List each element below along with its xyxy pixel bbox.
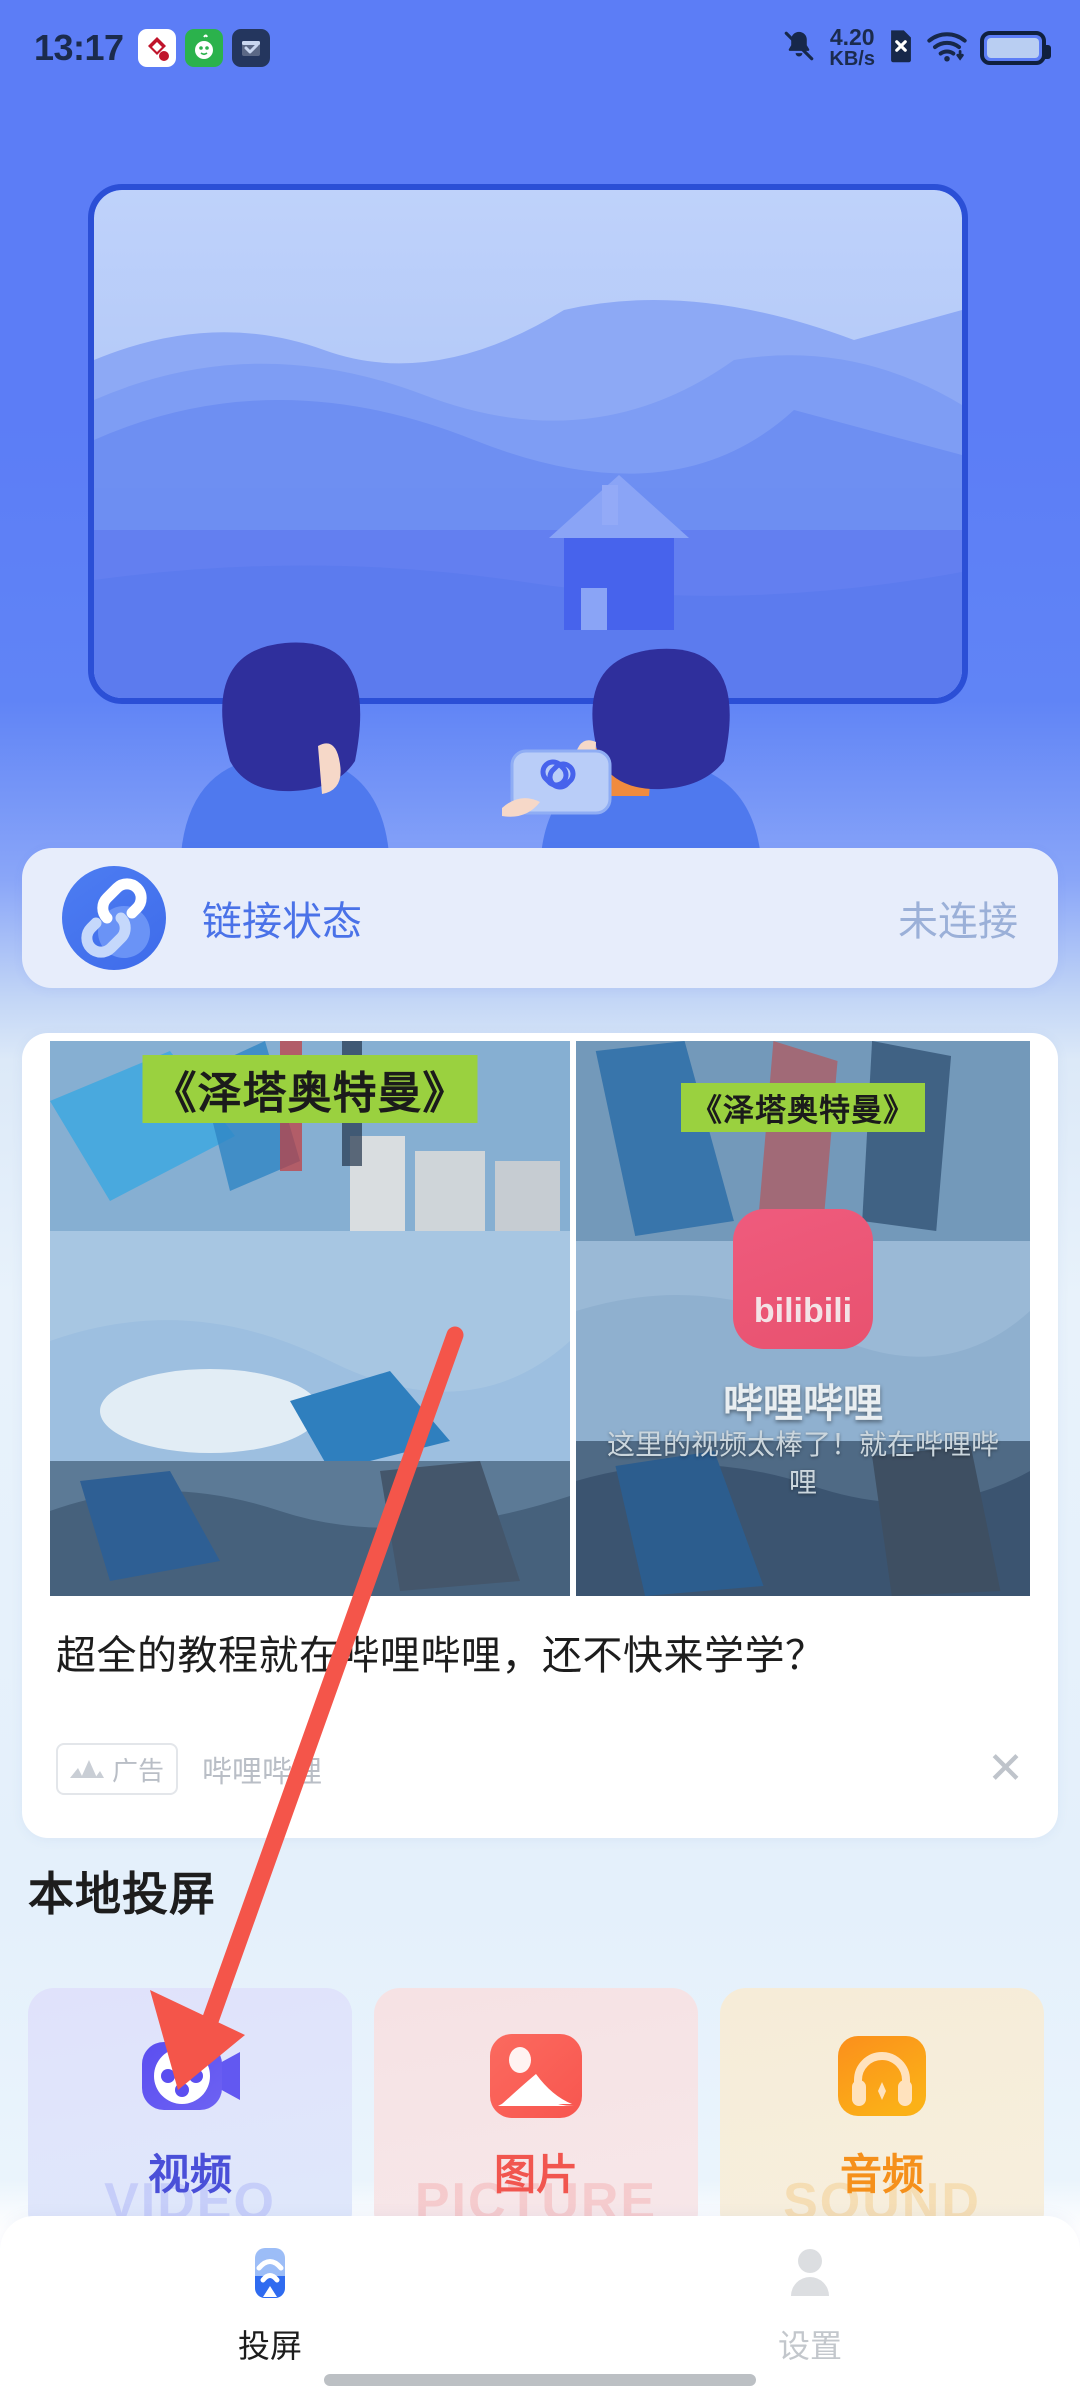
link-status-title: 链接状态 bbox=[202, 900, 362, 944]
chain-link-icon bbox=[62, 866, 166, 970]
nav-label-settings: 设置 bbox=[777, 2328, 842, 2364]
app-icon-green-mascot bbox=[184, 29, 223, 67]
ad-badge-label: 广告 bbox=[112, 1755, 165, 1786]
viewers-silhouettes bbox=[180, 642, 762, 876]
ad-media-strip[interactable]: 《泽塔奥特曼》 《泽塔奥特曼》 bilibili 哔哩哔哩 这里的视频太棒了！就… bbox=[50, 1041, 1030, 1596]
ad-badge: 广告 bbox=[56, 1743, 179, 1795]
status-bar-right: 4.20 KB/s bbox=[782, 24, 1051, 71]
ad-headline: 超全的教程就在哔哩哔哩，还不快来学学？ bbox=[56, 1634, 826, 1678]
link-status-value: 未连接 bbox=[898, 900, 1018, 944]
headphones-icon bbox=[826, 2020, 938, 2132]
cast-icon bbox=[239, 2242, 301, 2309]
ad-brand-tagline: 这里的视频太棒了！就在哔哩哔哩 bbox=[606, 1429, 999, 1498]
app-icon-blue-checkbox bbox=[231, 29, 270, 67]
ad-advertiser-name: 哔哩哔哩 bbox=[202, 1756, 323, 1789]
media-card-label: 视频 bbox=[147, 2151, 232, 2198]
network-speed-indicator: 4.20 KB/s bbox=[829, 24, 875, 71]
bell-muted-icon bbox=[782, 29, 816, 68]
app-screen: 13:17 4.20 KB/s 链接状态 未连接 《泽塔奥特曼》 《泽塔奥特曼》… bbox=[0, 0, 1080, 2408]
home-indicator[interactable] bbox=[324, 2374, 756, 2386]
ad-chart-icon bbox=[70, 1760, 104, 1778]
media-card-video[interactable]: VIDEO 视频 bbox=[28, 1988, 352, 2238]
ad-brand-name: 哔哩哔哩 bbox=[723, 1382, 883, 1426]
battery-icon bbox=[980, 31, 1051, 65]
ad-image-title-right: 《泽塔奥特曼》 bbox=[681, 1083, 925, 1132]
media-card-label: 图片 bbox=[493, 2151, 578, 2198]
close-icon[interactable]: ✕ bbox=[987, 1747, 1024, 1791]
status-bar: 13:17 4.20 KB/s bbox=[0, 0, 1080, 96]
nav-item-settings[interactable]: 设置 bbox=[540, 2242, 1080, 2367]
hero-illustration bbox=[0, 96, 1080, 876]
no-sim-icon bbox=[888, 29, 914, 68]
bottom-navigation-bar: 投屏 设置 bbox=[0, 2216, 1080, 2408]
ad-screenshot-left: 《泽塔奥特曼》 bbox=[50, 1041, 570, 1596]
advertisement-card[interactable]: 《泽塔奥特曼》 《泽塔奥特曼》 bilibili 哔哩哔哩 这里的视频太棒了！就… bbox=[22, 1033, 1058, 1838]
ad-footer: 广告 哔哩哔哩 ✕ bbox=[56, 1733, 1024, 1805]
nav-label-cast: 投屏 bbox=[237, 2328, 302, 2364]
media-cards-row: VIDEO 视频 PICTURE 图片 SOUND 音频 bbox=[28, 1988, 1044, 2238]
status-bar-clock: 13:17 bbox=[34, 27, 124, 68]
person-icon bbox=[779, 2242, 841, 2309]
ad-image-title-left: 《泽塔奥特曼》 bbox=[142, 1055, 478, 1123]
nav-item-cast[interactable]: 投屏 bbox=[0, 2242, 540, 2367]
section-title-local-cast: 本地投屏 bbox=[28, 1868, 216, 1920]
link-status-card[interactable]: 链接状态 未连接 bbox=[22, 848, 1058, 988]
media-card-picture[interactable]: PICTURE 图片 bbox=[374, 1988, 698, 2238]
app-icon-red-diamond bbox=[137, 29, 176, 67]
media-card-audio[interactable]: SOUND 音频 bbox=[720, 1988, 1044, 2238]
bilibili-logo-icon: bilibili bbox=[733, 1209, 873, 1349]
status-bar-left: 13:17 bbox=[34, 27, 270, 69]
bilibili-logo-text: bilibili bbox=[753, 1292, 853, 1330]
status-bar-app-icons bbox=[137, 29, 270, 67]
ad-screenshot-right: 《泽塔奥特曼》 bilibili 哔哩哔哩 这里的视频太棒了！就在哔哩哔哩 bbox=[576, 1041, 1030, 1596]
image-mountain-icon bbox=[480, 2020, 592, 2132]
video-camera-icon bbox=[134, 2020, 246, 2132]
media-card-label: 音频 bbox=[839, 2151, 924, 2198]
wifi-icon bbox=[927, 29, 967, 68]
